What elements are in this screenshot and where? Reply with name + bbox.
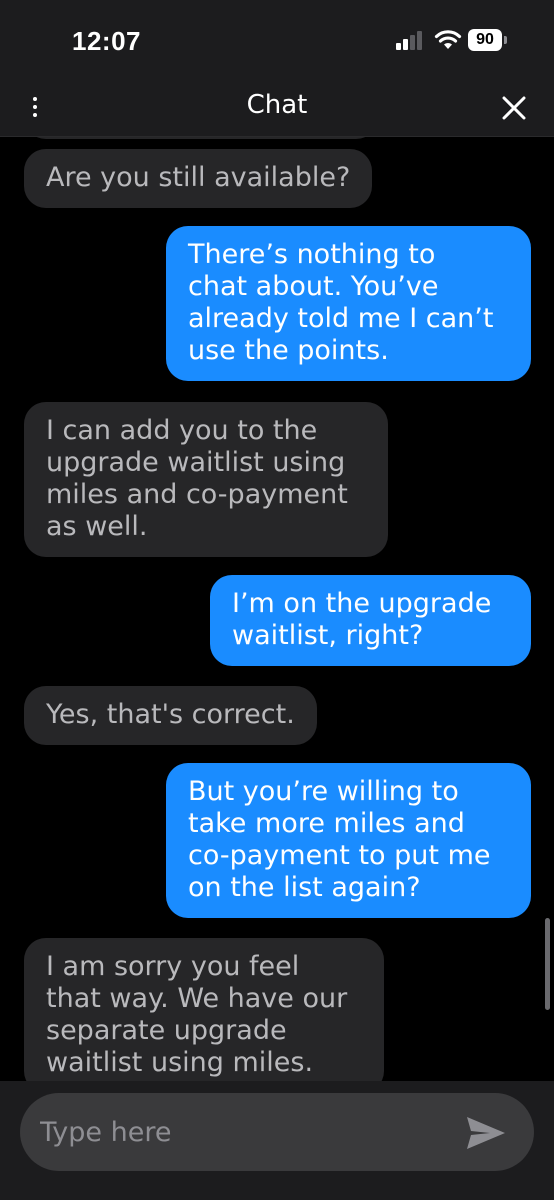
send-icon[interactable] bbox=[464, 1113, 508, 1153]
user-message: I’m on the upgrade waitlist, right? bbox=[210, 575, 531, 666]
scrollbar[interactable] bbox=[545, 918, 550, 1010]
message-input[interactable] bbox=[20, 1093, 534, 1171]
signal-icon bbox=[396, 31, 422, 50]
battery-icon: 90 bbox=[468, 29, 507, 51]
message-list[interactable]: Are you still available? There’s nothing… bbox=[0, 137, 554, 1081]
user-message: But you’re willing to take more miles an… bbox=[166, 763, 531, 918]
status-bar: 12:07 90 bbox=[0, 0, 554, 80]
agent-message: I am sorry you feel that way. We have ou… bbox=[24, 938, 384, 1081]
composer-bar bbox=[0, 1081, 554, 1200]
user-message: There’s nothing to chat about. You’ve al… bbox=[166, 226, 531, 381]
agent-message: I can add you to the upgrade waitlist us… bbox=[24, 402, 388, 557]
status-time: 12:07 bbox=[72, 26, 141, 56]
wifi-icon bbox=[434, 30, 462, 49]
agent-message: Are you still available? bbox=[24, 149, 373, 208]
agent-message: Yes, that's correct. bbox=[24, 686, 317, 745]
chat-header: Chat bbox=[0, 80, 554, 137]
previous-message-edge bbox=[24, 137, 378, 139]
close-icon[interactable] bbox=[500, 94, 528, 122]
page-title: Chat bbox=[246, 90, 308, 120]
